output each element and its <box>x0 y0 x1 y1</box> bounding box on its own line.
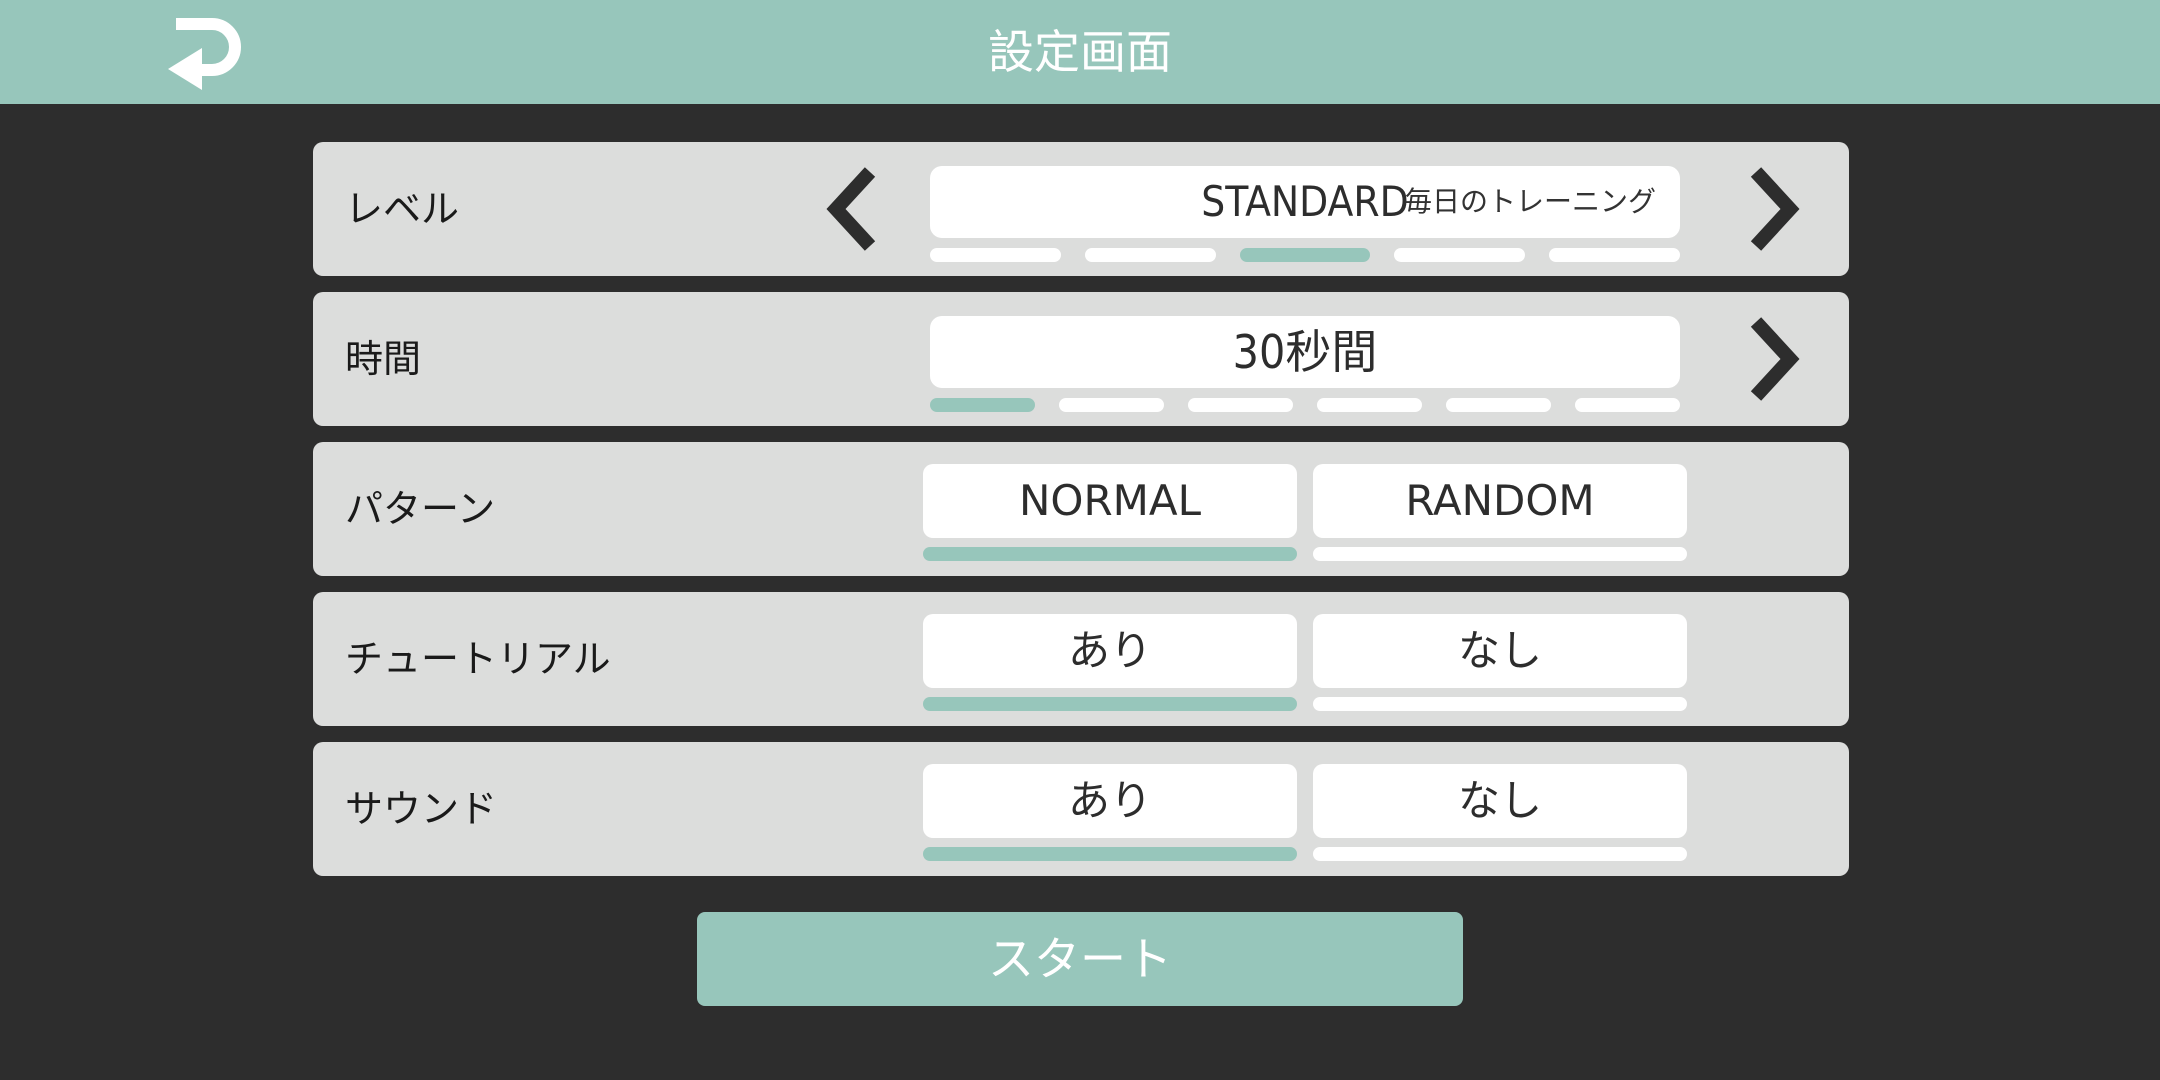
step-indicator <box>1575 398 1680 412</box>
chevron-left-icon <box>826 167 876 251</box>
pattern-option-random[interactable]: RANDOM <box>1313 464 1687 538</box>
step-indicator <box>1084 248 1216 262</box>
start-button[interactable]: スタート <box>697 912 1463 1006</box>
step-indicator <box>930 248 1061 262</box>
pattern-option-normal-bar <box>923 547 1297 561</box>
time-display: 30秒間 <box>930 316 1680 388</box>
pattern-row: パターン NORMAL RANDOM <box>313 442 1849 576</box>
tutorial-label: チュートリアル <box>345 637 611 681</box>
level-label: レベル <box>345 187 460 231</box>
sound-option-off-bar <box>1313 847 1687 861</box>
pattern-option-normal[interactable]: NORMAL <box>923 464 1297 538</box>
time-value: 30秒間 <box>1232 325 1378 379</box>
step-indicator <box>1239 248 1371 262</box>
page-title: 設定画面 <box>988 25 1172 79</box>
sound-option-off[interactable]: なし <box>1313 764 1687 838</box>
sound-label: サウンド <box>345 787 498 831</box>
sound-option-on-bar <box>923 847 1297 861</box>
level-description: 毎日のトレーニング <box>1403 185 1656 218</box>
tutorial-option-on-bar <box>923 697 1297 711</box>
tutorial-option-on[interactable]: あり <box>923 614 1297 688</box>
header-bar: 設定画面 <box>0 0 2160 104</box>
time-next-button[interactable] <box>1738 314 1808 404</box>
level-next-button[interactable] <box>1738 164 1808 254</box>
step-indicator <box>1059 398 1164 412</box>
chevron-right-icon <box>1750 167 1800 251</box>
chevron-right-icon <box>1750 317 1800 401</box>
tutorial-option-off-bar <box>1313 697 1687 711</box>
time-row: 時間 30秒間 <box>313 292 1849 426</box>
tutorial-option-off[interactable]: なし <box>1313 614 1687 688</box>
sound-option-on[interactable]: あり <box>923 764 1297 838</box>
pattern-option-random-bar <box>1313 547 1687 561</box>
step-indicator <box>1188 398 1293 412</box>
pattern-label: パターン <box>345 487 496 531</box>
step-indicator <box>1549 248 1680 262</box>
sound-row: サウンド あり なし <box>313 742 1849 876</box>
step-indicator <box>930 398 1035 412</box>
step-indicator <box>1394 248 1526 262</box>
tutorial-row: チュートリアル あり なし <box>313 592 1849 726</box>
step-indicator <box>1446 398 1551 412</box>
time-label: 時間 <box>345 337 422 381</box>
level-display: STANDARD 毎日のトレーニング <box>930 166 1680 238</box>
level-prev-button[interactable] <box>818 164 888 254</box>
level-row: レベル STANDARD 毎日のトレーニング <box>313 142 1849 276</box>
step-indicator <box>1317 398 1422 412</box>
